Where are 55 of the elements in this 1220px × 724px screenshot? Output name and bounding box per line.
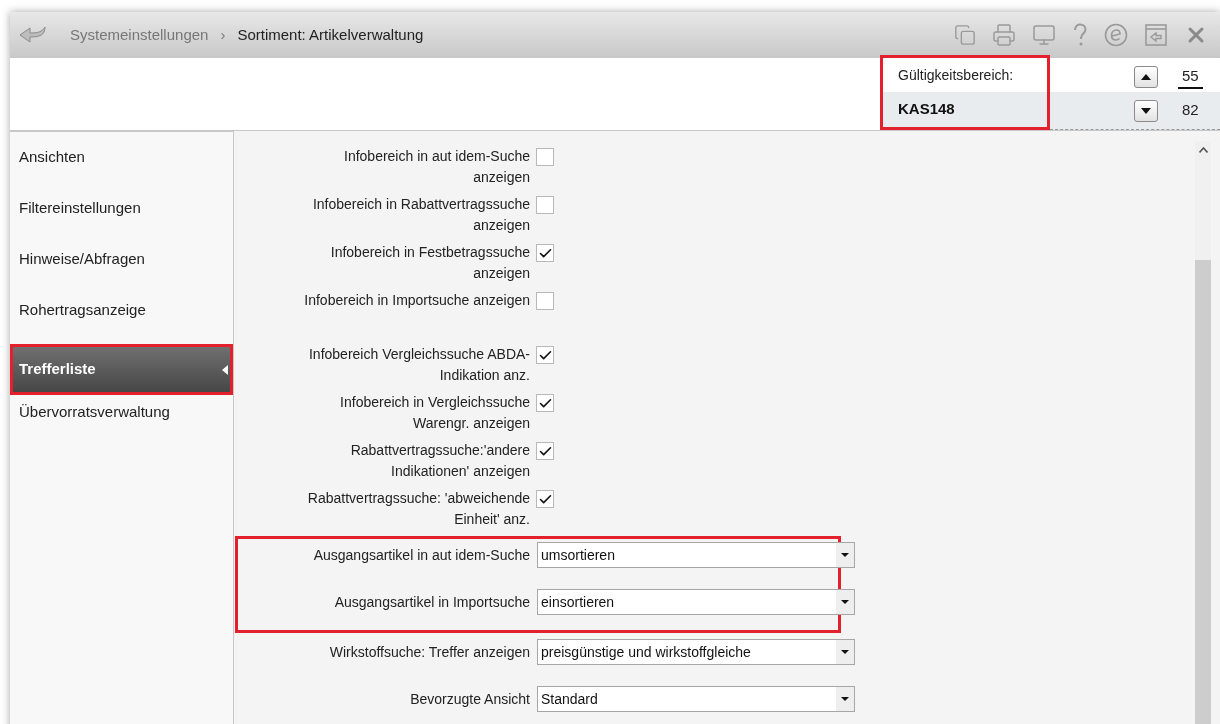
checkbox[interactable] — [536, 394, 554, 412]
sidebar-item[interactable]: Trefferliste — [13, 347, 230, 392]
scrollbar[interactable] — [1195, 141, 1211, 724]
checkbox[interactable] — [536, 196, 554, 214]
chevron-up-icon[interactable] — [1198, 147, 1208, 153]
up-triangle-icon — [1141, 74, 1151, 80]
scrollbar-thumb[interactable] — [1195, 260, 1211, 724]
checkbox[interactable] — [536, 346, 554, 364]
dropdown-caret-icon — [841, 600, 849, 604]
dropdown[interactable]: einsortieren — [537, 589, 855, 615]
dropdown[interactable]: Standard — [537, 686, 855, 712]
breadcrumb-item: Sortiment: Artikelverwaltung — [237, 24, 424, 45]
scope-label: Gültigkeitsbereich: — [898, 65, 1014, 85]
checkbox[interactable] — [536, 442, 554, 460]
setting-label: Infobereich in Vergleichssuche Warengr. anzeigen — [339, 393, 530, 433]
checkbox[interactable] — [536, 490, 554, 508]
setting-label: Ausgangsartikel in aut idem-Suche — [312, 545, 530, 565]
setting-label: Infobereich Vergleichssuche ABDA-Indikation anz. — [308, 345, 530, 385]
setting-label: Rabattvertragssuche:'andere Indikationen' anzeigen — [349, 441, 530, 481]
breadcrumb-separator: › — [220, 24, 226, 45]
setting-label: Rabattvertragssuche: 'abweichende Einheit' anz. — [306, 489, 530, 529]
dropdown[interactable]: umsortieren — [537, 542, 855, 568]
setting-label: Bevorzugte Ansicht — [409, 689, 530, 709]
page-total: 82 — [1182, 100, 1199, 121]
setting-label: Infobereich in aut idem-Suche anzeigen — [343, 147, 530, 187]
printer-icon[interactable] — [992, 23, 1016, 47]
setting-label: Infobereich in Rabattvertragssuche anzeigen — [311, 195, 530, 235]
scroll-down-button[interactable] — [1134, 99, 1158, 122]
checkbox[interactable] — [536, 148, 554, 166]
sidebar-item[interactable]: Ansichten — [13, 143, 230, 188]
scroll-up-button[interactable] — [1134, 66, 1158, 88]
page-number: 55 — [1178, 65, 1203, 89]
checkbox[interactable] — [536, 244, 554, 262]
e-circle-icon[interactable] — [1104, 23, 1128, 47]
dropdown-caret-icon — [841, 697, 849, 701]
window-back-icon[interactable] — [1144, 23, 1168, 47]
sidebar-item[interactable]: Übervorratsverwaltung — [13, 398, 230, 443]
setting-label: Infobereich in Festbetragssuche anzeigen — [329, 243, 530, 283]
help-icon[interactable] — [1072, 23, 1088, 47]
setting-label: Wirkstoffsuche: Treffer anzeigen — [328, 642, 530, 662]
dropdown-caret-icon — [841, 650, 849, 654]
scope-value: KAS148 — [898, 99, 955, 120]
dropdown-caret-icon — [841, 553, 849, 557]
copy-icon[interactable] — [954, 24, 976, 46]
sidebar-item[interactable]: Hinweise/Abfragen — [13, 245, 230, 290]
back-arrow-icon[interactable] — [18, 25, 48, 45]
sidebar-item[interactable]: Filtereinstellungen — [13, 194, 230, 239]
down-triangle-icon — [1141, 107, 1151, 114]
monitor-icon[interactable] — [1032, 23, 1056, 47]
setting-label: Ausgangsartikel in Importsuche — [333, 592, 530, 612]
dropdown[interactable]: preisgünstige und wirkstoffgleiche — [537, 639, 855, 665]
sidebar-item[interactable]: Rohertragsanzeige — [13, 296, 230, 341]
selected-pointer-icon — [222, 364, 228, 375]
checkbox[interactable] — [536, 292, 554, 310]
setting-label: Infobereich in Importsuche anzeigen — [303, 291, 530, 310]
